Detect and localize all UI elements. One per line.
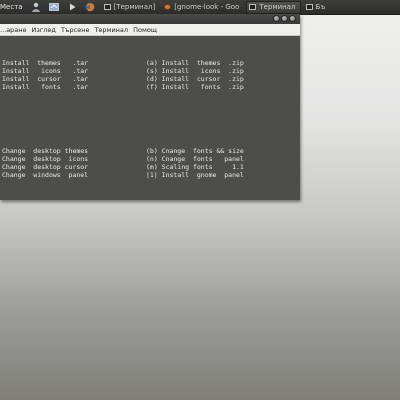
task-terminal-1[interactable]: [Терминал] — [102, 2, 160, 13]
menu-help[interactable]: Помощ — [133, 26, 157, 34]
minimize-icon[interactable] — [273, 15, 280, 22]
terminal-line: Install fonts .tar — [2, 83, 89, 91]
task-label: [Терминал] — [113, 3, 156, 11]
firefox-task-icon — [164, 4, 172, 10]
task-other[interactable]: Бъ — [304, 2, 330, 13]
media-play-icon[interactable] — [65, 1, 79, 13]
menu-terminal[interactable]: Терминал — [94, 26, 128, 34]
firefox-icon[interactable] — [83, 1, 97, 13]
terminal-output[interactable]: Install themes .tar Install icons .tar I… — [0, 36, 300, 200]
terminal-line: (s) Install icons .zip — [146, 67, 244, 75]
terminal-icon — [103, 4, 111, 10]
task-label: Бъ — [315, 3, 326, 11]
terminal-line: Change windows panel — [2, 171, 89, 179]
close-icon[interactable] — [289, 15, 296, 22]
person-launcher-icon[interactable] — [29, 1, 43, 13]
terminal-line: (m) Scaling fonts 1.1 — [146, 163, 244, 171]
terminal-line: Install cursor .tar — [2, 75, 89, 83]
task-label: Терминал — [259, 3, 296, 11]
terminal-line: Change desktop icons — [2, 155, 89, 163]
task-label: [gnome-look - Goo — [174, 3, 240, 11]
terminal-line: Change desktop themes — [2, 147, 89, 155]
places-menu[interactable]: Места — [0, 3, 27, 11]
terminal-menubar: ...аране Изглед Търсене Терминал Помощ — [0, 24, 300, 36]
window-icon — [305, 4, 313, 10]
terminal-line: Change desktop cursor — [2, 163, 89, 171]
window-controls — [273, 15, 296, 22]
terminal-icon — [249, 4, 257, 10]
terminal-line: |1| Install gnome panel — [146, 171, 244, 179]
maximize-icon[interactable] — [281, 15, 288, 22]
terminal-line: Install themes .tar — [2, 59, 89, 67]
menu-edit[interactable]: ...аране — [0, 26, 27, 34]
terminal-line: (b) Cnange fonts && size — [146, 147, 244, 155]
app-launcher-icon[interactable] — [47, 1, 61, 13]
terminal-window: ...аране Изглед Търсене Терминал Помощ I… — [0, 14, 300, 200]
top-panel: Места [Терминал] [gnome-look - Goo Терми… — [0, 0, 400, 15]
menu-view[interactable]: Изглед — [32, 26, 56, 34]
terminal-line: (d) Install cursor .zip — [146, 75, 244, 83]
terminal-line: (a) Install themes .zip — [146, 59, 244, 67]
terminal-line: (n) Cnange fonts panel — [146, 155, 244, 163]
terminal-line: Install icons .tar — [2, 67, 89, 75]
window-titlebar[interactable] — [0, 14, 300, 24]
menu-search[interactable]: Търсене — [61, 26, 90, 34]
terminal-line: (f) Install fonts .zip — [146, 83, 244, 91]
task-terminal-2[interactable]: Терминал — [246, 0, 301, 14]
task-browser[interactable]: [gnome-look - Goo — [162, 2, 243, 13]
